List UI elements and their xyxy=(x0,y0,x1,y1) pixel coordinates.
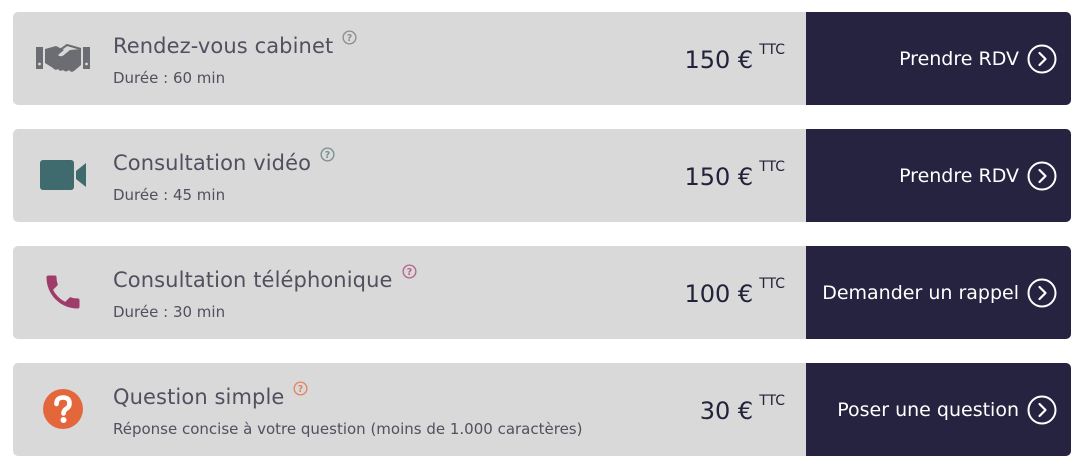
chevron-right-circle-icon xyxy=(1027,278,1057,307)
service-description: Réponse concise à votre question (moins … xyxy=(113,420,583,438)
service-price: 100 € TTC xyxy=(684,276,785,308)
service-row-video: Consultation vidéo? Durée : 45 min 150 €… xyxy=(13,129,1071,222)
help-icon[interactable]: ? xyxy=(342,30,357,45)
handshake-icon xyxy=(35,38,91,78)
help-icon[interactable]: ? xyxy=(320,147,335,162)
button-label: Prendre RDV xyxy=(899,47,1019,70)
price-amount: 100 € xyxy=(684,280,754,308)
help-icon[interactable]: ? xyxy=(401,264,417,279)
price-suffix: TTC xyxy=(759,393,785,409)
book-appointment-button[interactable]: Prendre RDV xyxy=(806,12,1071,105)
svg-text:?: ? xyxy=(406,267,412,278)
svg-text:?: ? xyxy=(298,384,304,395)
help-icon[interactable]: ? xyxy=(293,381,308,396)
phone-icon xyxy=(35,272,91,312)
chevron-right-circle-icon xyxy=(1027,161,1057,190)
price-suffix: TTC xyxy=(759,276,785,292)
service-row-phone: Consultation téléphonique? Durée : 30 mi… xyxy=(13,246,1071,339)
service-duration: Durée : 30 min xyxy=(113,303,226,321)
svg-text:?: ? xyxy=(325,150,331,161)
price-amount: 30 € xyxy=(699,397,754,425)
service-title: Consultation vidéo? xyxy=(113,147,335,175)
price-amount: 150 € xyxy=(684,46,754,74)
price-amount: 150 € xyxy=(684,163,754,191)
chevron-right-circle-icon xyxy=(1027,395,1057,424)
ask-question-button[interactable]: Poser une question xyxy=(806,363,1071,456)
service-duration: Durée : 45 min xyxy=(113,186,226,204)
question-circle-icon xyxy=(35,389,91,429)
service-title: Question simple? xyxy=(113,381,308,409)
service-row-question: Question simple? Réponse concise à votre… xyxy=(13,363,1071,456)
video-camera-icon xyxy=(35,155,91,195)
book-appointment-button[interactable]: Prendre RDV xyxy=(806,129,1071,222)
service-price: 30 € TTC xyxy=(699,393,785,425)
button-label: Prendre RDV xyxy=(899,164,1019,187)
service-row-cabinet: Rendez-vous cabinet? Durée : 60 min 150 … xyxy=(13,12,1071,105)
price-suffix: TTC xyxy=(759,42,785,58)
service-price: 150 € TTC xyxy=(684,159,785,191)
svg-text:?: ? xyxy=(347,33,353,44)
request-callback-button[interactable]: Demander un rappel xyxy=(806,246,1071,339)
button-label: Demander un rappel xyxy=(822,281,1019,304)
service-title: Rendez-vous cabinet? xyxy=(113,30,357,58)
button-label: Poser une question xyxy=(837,398,1019,421)
price-suffix: TTC xyxy=(759,159,785,175)
service-price: 150 € TTC xyxy=(684,42,785,74)
chevron-right-circle-icon xyxy=(1027,44,1057,73)
service-title: Consultation téléphonique? xyxy=(113,264,417,292)
service-duration: Durée : 60 min xyxy=(113,69,226,87)
